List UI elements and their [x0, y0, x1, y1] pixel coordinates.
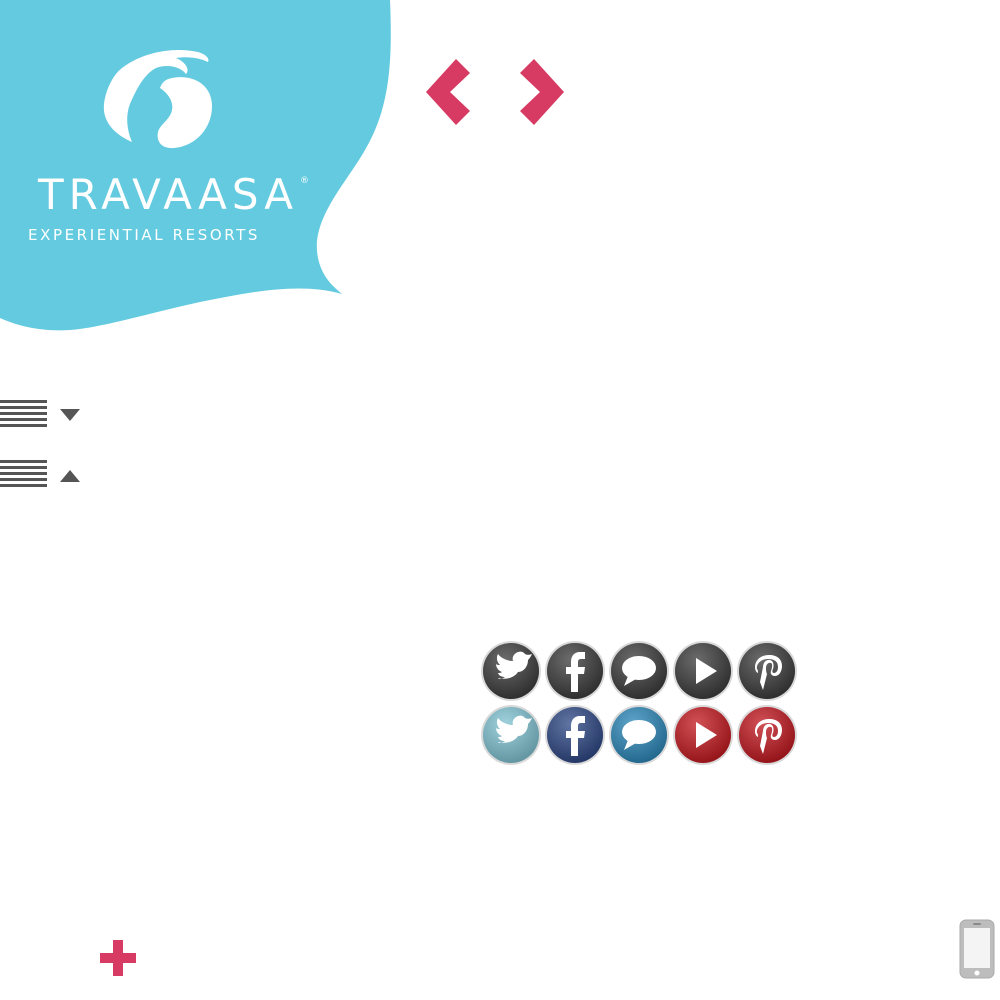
logo-tagline: EXPERIENTIAL RESORTS: [28, 226, 261, 244]
next-button[interactable]: [510, 55, 580, 130]
caret-down-icon: [60, 409, 80, 421]
menu-toggle-expand[interactable]: [0, 398, 84, 432]
play-icon: [673, 641, 733, 701]
menu-toggle-collapse[interactable]: [0, 458, 84, 492]
twitter-bird-icon: [481, 641, 541, 701]
pinterest-button[interactable]: [736, 640, 798, 702]
chat-button-active[interactable]: [608, 704, 670, 766]
caret-up-icon: [60, 470, 80, 482]
facebook-button[interactable]: [544, 640, 606, 702]
previous-button[interactable]: [420, 55, 490, 130]
mobile-phone-icon: [959, 919, 995, 979]
twitter-bird-icon: [481, 705, 541, 765]
registered-mark: ®: [300, 176, 310, 186]
speech-bubble-icon: [609, 705, 669, 765]
logo-mark-icon: [103, 49, 212, 149]
logo-area[interactable]: TRAVAASA ® EXPERIENTIAL RESORTS: [0, 0, 400, 340]
youtube-button[interactable]: [672, 640, 734, 702]
social-icons: [480, 640, 800, 770]
speech-bubble-icon: [609, 641, 669, 701]
pinterest-p-icon: [737, 641, 797, 701]
chat-button[interactable]: [608, 640, 670, 702]
twitter-button[interactable]: [480, 640, 542, 702]
facebook-f-icon: [545, 705, 605, 765]
chevron-left-icon: [426, 59, 470, 125]
twitter-button-active[interactable]: [480, 704, 542, 766]
logo-wordmark: TRAVAASA ®: [38, 170, 310, 219]
pinterest-button-active[interactable]: [736, 704, 798, 766]
chevron-right-icon: [520, 59, 564, 125]
hamburger-menu-icon: [0, 400, 47, 427]
hamburger-menu-icon: [0, 460, 47, 487]
pinterest-p-icon: [737, 705, 797, 765]
facebook-f-icon: [545, 641, 605, 701]
facebook-button-active[interactable]: [544, 704, 606, 766]
play-icon: [673, 705, 733, 765]
add-button[interactable]: [98, 938, 138, 978]
mobile-view-button[interactable]: [958, 918, 998, 980]
youtube-button-active[interactable]: [672, 704, 734, 766]
plus-icon: [100, 940, 136, 976]
